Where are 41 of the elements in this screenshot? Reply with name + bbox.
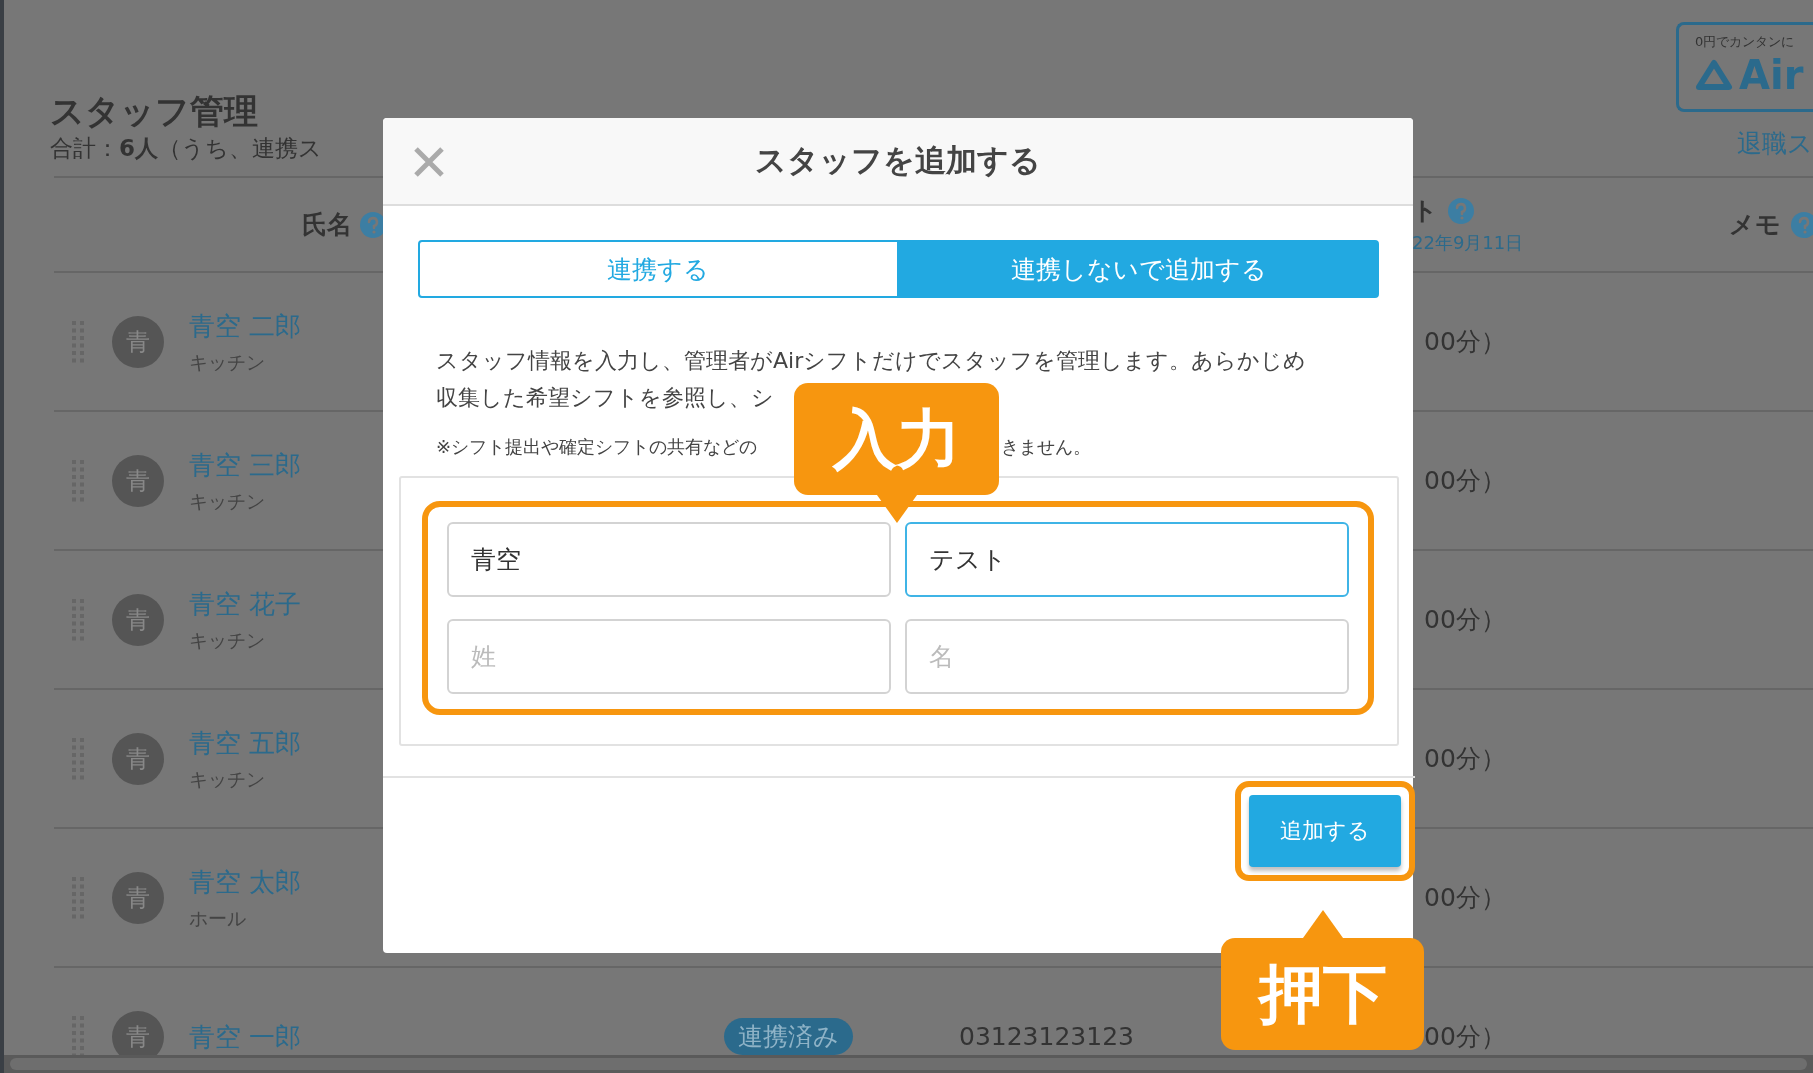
staff-name[interactable]: 青空 三郎 [189,447,302,482]
promo-banner[interactable]: 0円でカンタンに Air [1676,22,1813,112]
column-header: ト [1412,195,1438,227]
name-field[interactable]: 青空 [447,522,891,597]
description-line: スタッフ情報を入力し、管理者がAirシフトだけでスタッフを管理します。あらかじめ [436,347,1308,375]
tab[interactable]: 連携しないで追加する [898,240,1379,298]
promo-caption: 0円でカンタンに [1695,33,1796,51]
staff-name[interactable]: 青空 花子 [189,586,302,621]
description-line: 収集した希望シフトを参照し、シ [436,384,775,412]
phone-number: 03123123123 [958,1022,1135,1051]
staff-name[interactable]: 青空 二郎 [189,308,302,343]
shift-time: 00分） [1424,326,1507,358]
staff-name[interactable]: 青空 太郎 [189,864,302,899]
dialog-title: スタッフを追加する [755,141,1041,180]
logo-text: Air [1739,53,1804,97]
tab[interactable]: 連携する [418,240,899,298]
name-field[interactable]: 姓 [447,619,891,694]
column-header: 氏名 [302,209,352,241]
staff-name[interactable]: 青空 五郎 [189,725,302,760]
column-date: 22年9月11日 [1412,231,1525,255]
add-button[interactable]: 追加する [1249,795,1401,867]
callout-label: 入力 [794,383,999,495]
note-text: きません。 [1001,435,1092,459]
triangle-logo-icon [1695,59,1733,91]
shift-time: 00分） [1424,743,1507,775]
note-text: ※シフト提出や確定シフトの共有などの [436,435,759,459]
staff-name[interactable]: 青空 一郎 [189,1019,302,1054]
linked-badge: 連携済み [724,1018,853,1055]
name-field[interactable]: 名 [905,619,1349,694]
page-title: スタッフ管理 [50,90,259,132]
retired-staff-link[interactable]: 退職ス [1737,128,1813,160]
shift-time: 00分） [1424,882,1507,914]
shift-time: 00分） [1424,604,1507,636]
name-field[interactable]: テスト [905,522,1349,597]
callout-pointer-icon [1302,910,1343,938]
horizontal-scrollbar[interactable] [4,1055,1813,1073]
shift-time: 00分） [1424,1021,1507,1053]
callout-label: 押下 [1221,938,1424,1050]
shift-time: 00分） [1424,465,1507,497]
staff-count: 合計：6人（うち、連携ス [50,134,322,163]
column-header: メモ [1729,209,1781,241]
